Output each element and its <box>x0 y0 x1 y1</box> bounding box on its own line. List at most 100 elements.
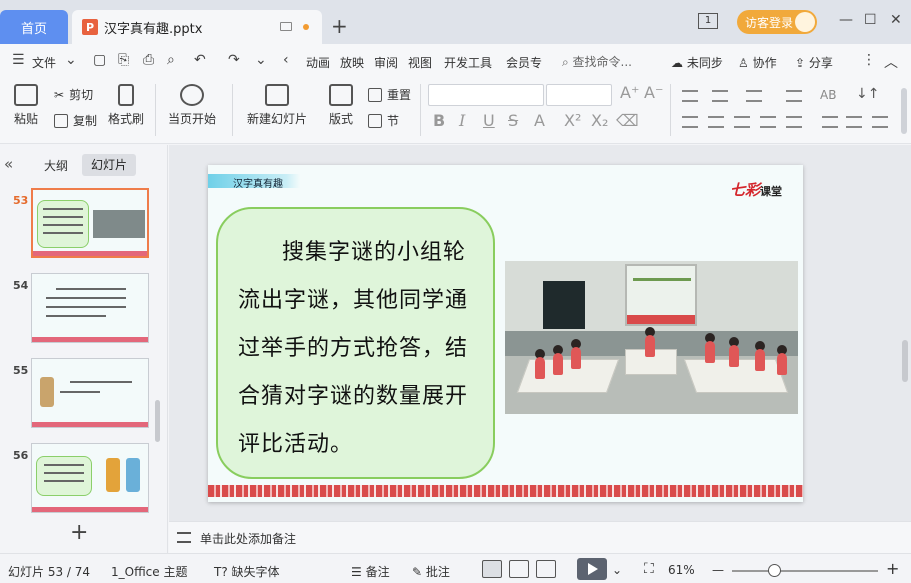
menu-file[interactable]: 文件 <box>32 54 56 71</box>
new-slide-button[interactable]: 新建幻灯片 <box>242 84 312 127</box>
menu-member[interactable]: 会员专 <box>506 54 542 71</box>
paste-button[interactable]: 粘贴 <box>8 84 44 127</box>
classroom-photo[interactable] <box>505 261 798 414</box>
font-color-button[interactable]: A <box>534 111 545 130</box>
menu-view[interactable]: 视图 <box>408 54 432 71</box>
strikethrough-button[interactable]: S <box>508 111 518 130</box>
export-icon[interactable]: ⎘ <box>118 52 129 68</box>
slide-body-text[interactable]: 搜集字谜的小组轮流出字谜，其他同学通过举手的方式抢答，结合猜对字谜的数量展开评比… <box>238 229 478 469</box>
vertical-align-icon[interactable] <box>822 116 838 128</box>
slide-thumbnail-row[interactable]: 55 <box>0 358 160 430</box>
save-icon[interactable]: ▢ <box>93 52 106 68</box>
share-button[interactable]: ⇪ 分享 <box>795 54 833 71</box>
cut-button[interactable]: ✂ 剪切 <box>54 86 93 103</box>
reading-view-button[interactable] <box>536 560 556 578</box>
zoom-out-button[interactable]: — <box>712 563 724 577</box>
shrink-font-button[interactable]: A⁻ <box>644 83 663 102</box>
subscript-button[interactable]: X₂ <box>591 111 608 130</box>
align-right-icon[interactable] <box>734 116 750 128</box>
collapse-panel-icon[interactable]: « <box>4 155 13 173</box>
reset-button[interactable]: 重置 <box>368 86 411 103</box>
chevron-down-icon[interactable]: ⌄ <box>612 563 622 577</box>
zoom-level[interactable]: 61% <box>668 563 695 577</box>
text-bubble[interactable]: 搜集字谜的小组轮流出字谜，其他同学通过举手的方式抢答，结合猜对字谜的数量展开评比… <box>216 207 495 479</box>
font-size-select[interactable] <box>546 84 612 106</box>
grow-font-button[interactable]: A⁺ <box>620 83 639 102</box>
tab-outline[interactable]: 大纲 <box>44 157 68 174</box>
clear-format-icon[interactable]: ⌫ <box>616 111 639 130</box>
slide-thumbnail-row[interactable]: 53 <box>0 188 160 260</box>
slide-thumbnail[interactable] <box>31 273 149 343</box>
notes-toggle-button[interactable]: ☰ 备注 <box>351 563 390 580</box>
more-options-icon[interactable]: ⋮ <box>862 52 876 68</box>
italic-button[interactable]: I <box>459 111 465 130</box>
maximize-button[interactable]: ☐ <box>864 12 877 28</box>
theme-name[interactable]: 1_Office 主题 <box>111 563 187 580</box>
align-left-icon[interactable] <box>682 116 698 128</box>
slide-sorter-button[interactable] <box>509 560 529 578</box>
align-center-icon[interactable] <box>708 116 724 128</box>
tab-slides[interactable]: 幻灯片 <box>82 154 136 176</box>
menu-slideshow[interactable]: 放映 <box>340 54 364 71</box>
slide-thumbnail-row[interactable]: 54 <box>0 273 160 345</box>
zoom-slider-handle[interactable] <box>768 564 781 577</box>
bold-button[interactable]: B <box>433 111 445 130</box>
redo-icon[interactable]: ↷ <box>228 52 240 68</box>
bullet-list-icon[interactable] <box>682 90 698 102</box>
slide-thumbnail[interactable] <box>31 358 149 428</box>
menu-review[interactable]: 审阅 <box>374 54 398 71</box>
notes-placeholder[interactable]: 单击此处添加备注 <box>200 530 296 547</box>
missing-font-button[interactable]: T? 缺失字体 <box>214 563 280 580</box>
collaborate-button[interactable]: ♙ 协作 <box>738 54 777 71</box>
minimize-button[interactable]: — <box>839 12 853 28</box>
canvas-scrollbar[interactable] <box>902 340 908 382</box>
page-count-icon[interactable]: 1 <box>698 13 718 29</box>
print-icon[interactable]: ⎙ <box>143 52 154 68</box>
tab-document[interactable]: P 汉字真有趣.pptx <box>72 10 322 44</box>
current-slide[interactable]: 汉字真有趣 七彩课堂 搜集字谜的小组轮流出字谜，其他同学通过举手的方式抢答，结合… <box>208 165 803 502</box>
chevron-down-icon[interactable]: ⌄ <box>65 52 77 68</box>
more-icon[interactable]: ⌄ <box>255 52 267 68</box>
search-command-input[interactable]: ⌕ 查找命令... <box>562 53 632 70</box>
start-from-current-button[interactable]: 当页开始 <box>163 84 221 127</box>
ribbon-scrollbar[interactable] <box>901 88 907 134</box>
fit-window-icon[interactable]: ⛶ <box>644 561 654 577</box>
distribute-icon[interactable] <box>786 116 802 128</box>
slide-thumbnail-row[interactable]: 56 <box>0 443 160 515</box>
text-direction-button[interactable]: AB <box>820 88 836 102</box>
sync-status[interactable]: ☁ 未同步 <box>671 54 723 71</box>
numbered-list-icon[interactable] <box>712 90 728 102</box>
scroll-left-icon[interactable]: ‹ <box>283 52 289 68</box>
menu-developer[interactable]: 开发工具 <box>444 54 492 71</box>
justify-icon[interactable] <box>760 116 776 128</box>
close-button[interactable]: ✕ <box>890 12 902 28</box>
tab-home[interactable]: 首页 <box>0 10 68 44</box>
copy-button[interactable]: 复制 <box>54 112 97 129</box>
new-tab-button[interactable]: + <box>331 14 348 38</box>
columns-icon[interactable] <box>846 116 862 128</box>
hamburger-icon[interactable]: ☰ <box>12 52 25 68</box>
slide-thumbnail[interactable] <box>31 188 149 258</box>
add-slide-button[interactable]: + <box>70 520 88 545</box>
font-family-select[interactable] <box>428 84 544 106</box>
undo-icon[interactable]: ↶ <box>194 52 206 68</box>
superscript-button[interactable]: X² <box>564 111 581 130</box>
comments-button[interactable]: ✎ 批注 <box>412 563 450 580</box>
increase-indent-icon[interactable] <box>786 90 802 102</box>
decrease-indent-icon[interactable] <box>746 90 762 102</box>
layout-button[interactable]: 版式 <box>323 84 359 127</box>
zoom-in-button[interactable]: + <box>886 559 899 578</box>
normal-view-button[interactable] <box>482 560 502 578</box>
collapse-ribbon-icon[interactable]: ︿ <box>884 52 898 72</box>
format-painter-button[interactable]: 格式刷 <box>106 84 146 127</box>
line-spacing-icon[interactable]: ↓↑ <box>856 86 879 102</box>
slide-thumbnail[interactable] <box>31 443 149 513</box>
visitor-login-button[interactable]: 访客登录 <box>737 10 817 34</box>
print-preview-icon[interactable]: ⌕ <box>167 52 175 68</box>
play-slideshow-button[interactable] <box>577 558 607 580</box>
notes-pane[interactable]: 单击此处添加备注 <box>169 521 911 553</box>
section-button[interactable]: 节 <box>368 112 399 129</box>
panel-scrollbar[interactable] <box>155 400 160 442</box>
menu-animation[interactable]: 动画 <box>306 54 330 71</box>
zoom-slider[interactable] <box>732 570 878 572</box>
